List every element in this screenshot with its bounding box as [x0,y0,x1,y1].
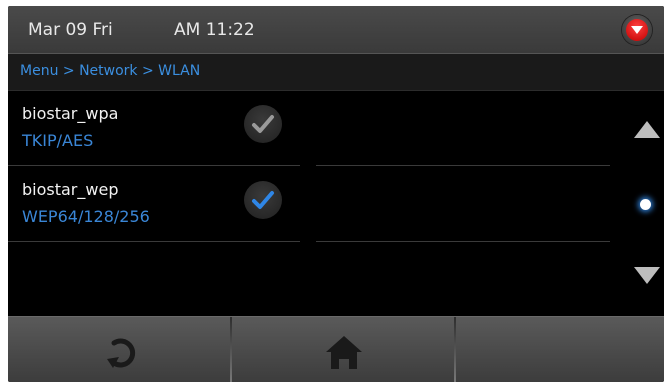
device-screen: Mar 09 Fri AM 11:22 Menu > Network > WLA… [8,6,664,382]
status-time: AM 11:22 [174,20,255,40]
status-bar: Mar 09 Fri AM 11:22 [8,6,664,54]
wlan-security: WEP64/128/256 [22,207,150,226]
refresh-button[interactable] [8,317,230,382]
bottom-bar [8,316,664,382]
wlan-security: TKIP/AES [22,131,94,150]
row-divider [8,165,300,166]
wlan-list: biostar_wpa TKIP/AES biostar_wep WEP64/1… [8,91,618,316]
scroll-column [624,91,664,316]
status-menu-button[interactable] [622,15,652,45]
scroll-up-icon[interactable] [634,121,660,138]
empty-bottom-slot [456,317,664,382]
red-dropdown-icon [626,19,648,41]
row-divider [8,241,300,242]
scroll-position-indicator [640,199,651,210]
checked-icon[interactable] [244,181,282,219]
home-icon [326,336,362,369]
breadcrumb: Menu > Network > WLAN [8,54,664,91]
scroll-down-icon[interactable] [634,267,660,284]
wlan-ssid: biostar_wpa [22,104,119,123]
screen-frame: Mar 09 Fri AM 11:22 Menu > Network > WLA… [0,0,672,385]
refresh-icon [107,338,136,368]
wlan-item-biostar-wpa[interactable]: biostar_wpa TKIP/AES [8,91,308,165]
status-date: Mar 09 Fri [28,20,113,40]
wlan-ssid: biostar_wep [22,180,119,199]
breadcrumb-text: Menu > Network > WLAN [20,63,201,79]
home-button[interactable] [232,317,454,382]
unchecked-icon[interactable] [244,105,282,143]
row-divider [316,165,610,166]
row-divider [316,241,610,242]
wlan-item-biostar-wep[interactable]: biostar_wep WEP64/128/256 [8,167,308,241]
